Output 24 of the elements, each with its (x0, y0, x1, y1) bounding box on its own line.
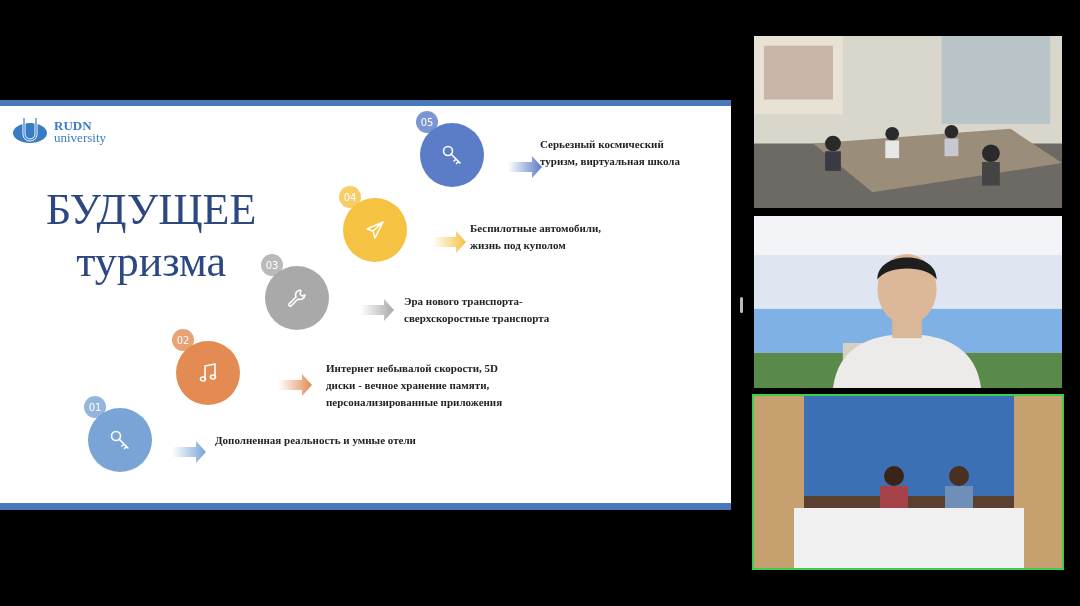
arrow-icon (278, 374, 312, 396)
slide-title: БУДУЩЕЕ (46, 184, 257, 236)
arrow-icon (360, 299, 394, 321)
step-number: 03 (261, 254, 283, 276)
step-text: Серьезный космический туризм, виртуальная школа (540, 137, 680, 169)
step-text: Дополненная реальность и умные отели (215, 432, 416, 448)
key-icon (109, 429, 131, 451)
university-name: RUDN university (54, 120, 106, 144)
resize-handle[interactable] (740, 297, 743, 313)
step-number: 05 (416, 111, 438, 133)
arrow-icon (508, 156, 542, 178)
step-number: 01 (84, 396, 106, 418)
key-icon (441, 144, 463, 166)
step-text: Беспилотные автомобили, жизнь под куполом (470, 221, 601, 253)
step-text: Интернет небывалой скорости, 5D диски - вечное хранение памяти, персонализированные приложения (326, 360, 503, 410)
paper-plane-icon (364, 219, 386, 241)
step-number: 02 (172, 329, 194, 351)
step-number: 04 (339, 186, 361, 208)
wrench-icon (286, 287, 308, 309)
step-text: Эра нового транспорта- сверхскоростные транспорта (404, 294, 550, 326)
music-note-icon (197, 362, 219, 384)
arrow-icon (172, 441, 206, 463)
slide-title: туризма (75, 236, 228, 288)
arrow-icon (432, 231, 466, 253)
